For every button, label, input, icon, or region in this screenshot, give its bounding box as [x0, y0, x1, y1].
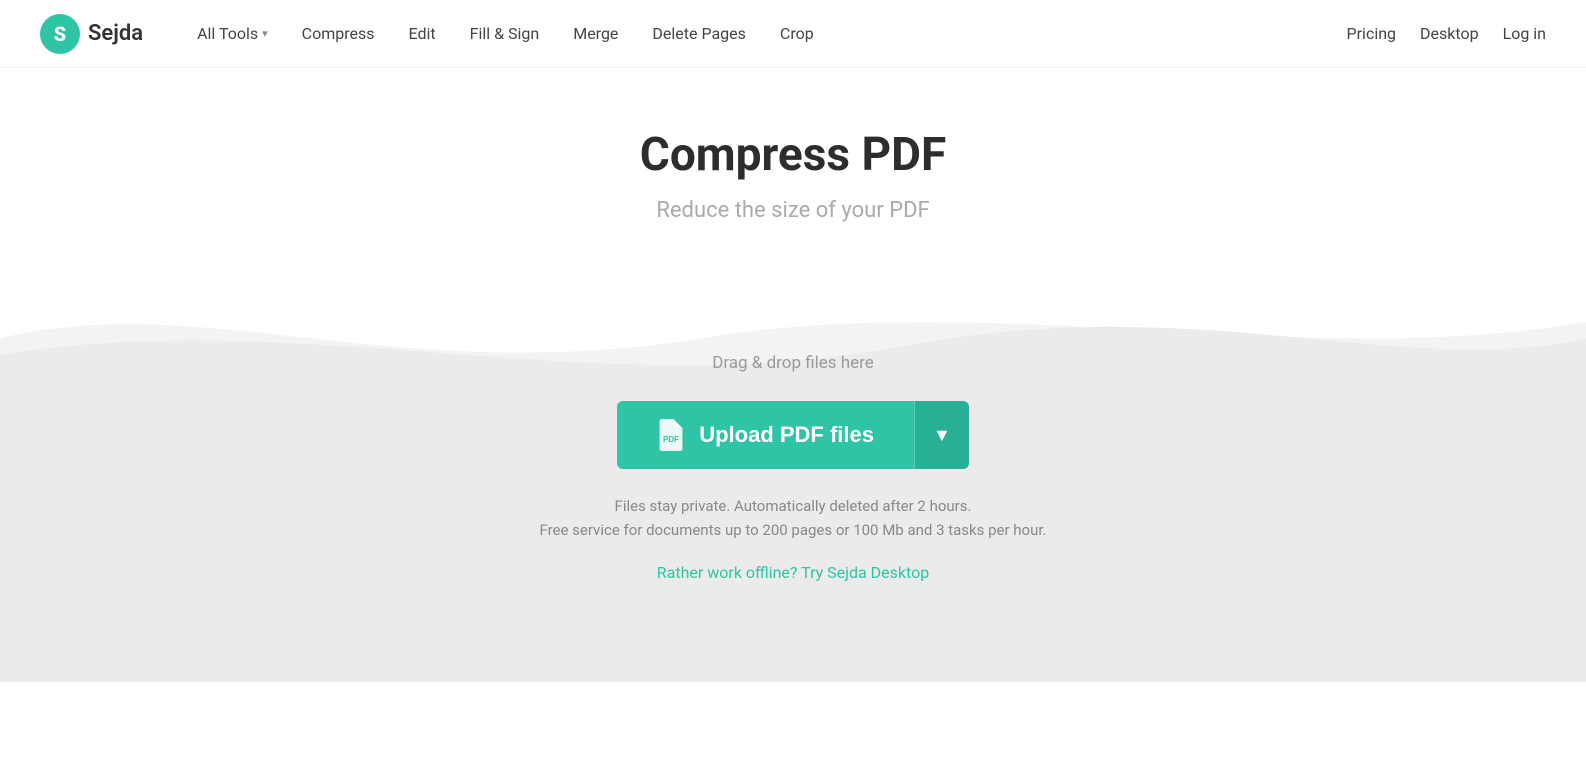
upload-button-label: Upload PDF files	[699, 422, 874, 448]
right-nav: Pricing Desktop Log in	[1347, 24, 1546, 43]
upload-pdf-button[interactable]: PDF Upload PDF files	[617, 401, 914, 469]
page-subtitle: Reduce the size of your PDF	[656, 198, 929, 223]
upload-dropdown-button[interactable]: ▼	[914, 401, 969, 469]
nav-item-pricing[interactable]: Pricing	[1347, 24, 1397, 43]
nav-item-all-tools[interactable]: All Tools▾	[183, 16, 282, 51]
nav-item-fill---sign[interactable]: Fill & Sign	[456, 16, 554, 51]
upload-section: Drag & drop files here PDF Upload PDF fi…	[0, 273, 1586, 682]
nav-item-merge[interactable]: Merge	[559, 16, 632, 51]
free-service-text: Free service for documents up to 200 pag…	[539, 521, 1046, 539]
chevron-down-icon: ▾	[262, 27, 268, 40]
logo[interactable]: S Sejda	[40, 14, 143, 54]
nav-item-crop[interactable]: Crop	[766, 16, 828, 51]
nav-item-delete-pages[interactable]: Delete Pages	[638, 16, 759, 51]
svg-text:PDF: PDF	[663, 435, 679, 444]
privacy-text: Files stay private. Automatically delete…	[615, 497, 972, 515]
nav-item-edit[interactable]: Edit	[395, 16, 450, 51]
logo-text: Sejda	[88, 21, 143, 46]
drag-drop-text: Drag & drop files here	[712, 353, 874, 373]
page-title: Compress PDF	[640, 128, 947, 182]
logo-icon: S	[40, 14, 80, 54]
main-nav: All Tools▾CompressEditFill & SignMergeDe…	[183, 16, 1346, 51]
nav-item-desktop[interactable]: Desktop	[1420, 24, 1479, 43]
upload-button-wrapper: PDF Upload PDF files ▼	[617, 401, 969, 469]
upload-content: Drag & drop files here PDF Upload PDF fi…	[40, 353, 1546, 582]
offline-link[interactable]: Rather work offline? Try Sejda Desktop	[657, 563, 929, 582]
pdf-file-icon: PDF	[657, 419, 685, 451]
dropdown-chevron-icon: ▼	[933, 425, 951, 446]
nav-item-compress[interactable]: Compress	[288, 16, 389, 51]
nav-item-log-in[interactable]: Log in	[1503, 24, 1546, 43]
